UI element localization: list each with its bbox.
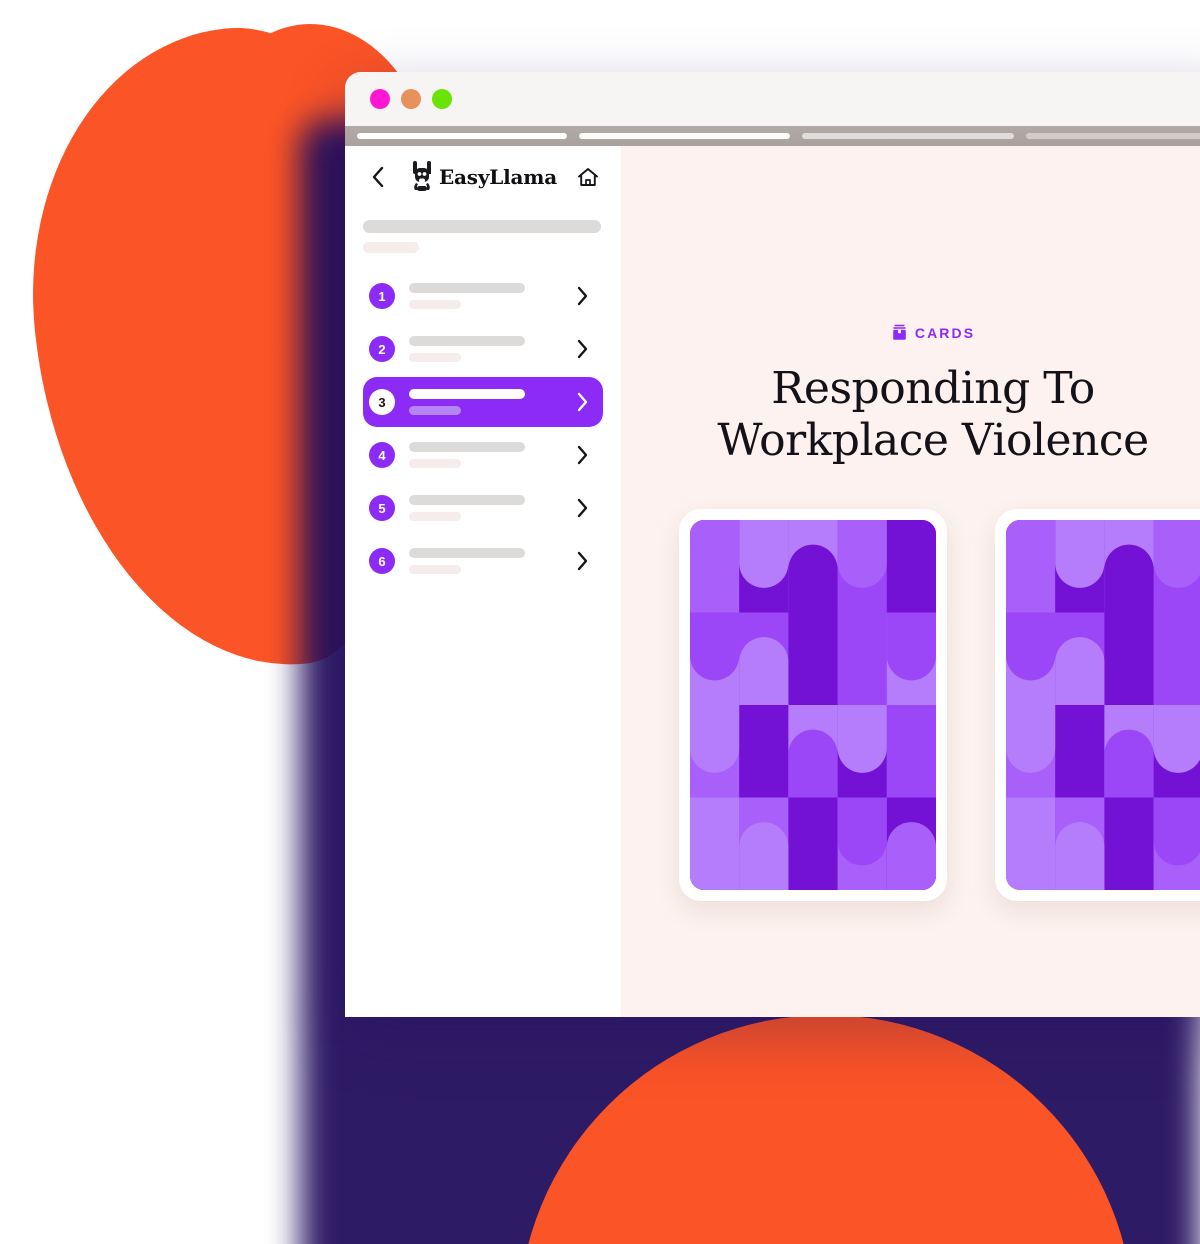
sidebar-item-6[interactable]: 6 bbox=[363, 536, 603, 586]
flashcard-1[interactable] bbox=[679, 508, 947, 901]
tab-placeholder[interactable] bbox=[1025, 133, 1200, 139]
lesson-title-placeholder bbox=[409, 283, 525, 293]
course-sidebar: EasyLlama 1 2 3 4 5 6 bbox=[345, 146, 621, 1017]
sidebar-item-2[interactable]: 2 bbox=[363, 324, 603, 374]
course-subtitle-placeholder bbox=[363, 242, 419, 253]
sidebar-item-5[interactable]: 5 bbox=[363, 483, 603, 533]
chevron-right-icon bbox=[576, 445, 589, 465]
chevron-right-icon bbox=[576, 551, 589, 571]
chevron-right-icon bbox=[576, 339, 589, 359]
lesson-title-placeholder bbox=[409, 389, 525, 399]
lesson-label-skeleton bbox=[409, 283, 562, 309]
tab-placeholder[interactable] bbox=[802, 133, 1014, 139]
course-title-skeleton bbox=[363, 208, 603, 271]
scene: EasyLlama 1 2 3 4 5 6 CARDS Responding T… bbox=[0, 0, 1200, 1244]
tab-placeholder[interactable] bbox=[578, 133, 790, 139]
card-deck bbox=[621, 508, 1200, 901]
lesson-number-badge: 5 bbox=[369, 495, 395, 521]
lesson-meta-placeholder bbox=[409, 565, 461, 574]
lesson-meta-placeholder bbox=[409, 353, 461, 362]
sidebar-header: EasyLlama bbox=[363, 146, 603, 208]
card-deck-icon bbox=[893, 324, 906, 340]
content-type-eyebrow: CARDS bbox=[621, 146, 1200, 341]
lesson-title-placeholder bbox=[409, 548, 525, 558]
chevron-right-icon bbox=[576, 498, 589, 518]
lesson-number-badge: 1 bbox=[369, 283, 395, 309]
lesson-label-skeleton bbox=[409, 495, 562, 521]
minimize-icon[interactable] bbox=[401, 89, 421, 109]
lesson-number-badge: 6 bbox=[369, 548, 395, 574]
eyebrow-label: CARDS bbox=[914, 324, 976, 341]
llama-icon bbox=[412, 161, 431, 191]
tab-placeholder[interactable] bbox=[357, 133, 567, 139]
lesson-label-skeleton bbox=[409, 389, 562, 415]
chevron-right-icon bbox=[576, 392, 589, 412]
brand-name: EasyLlama bbox=[438, 165, 558, 189]
lesson-title-placeholder bbox=[409, 495, 525, 505]
chevron-right-icon bbox=[576, 286, 589, 306]
card-back-pattern bbox=[690, 519, 936, 890]
lesson-number-badge: 3 bbox=[369, 389, 395, 415]
flashcard-2[interactable] bbox=[995, 508, 1200, 901]
browser-window: EasyLlama 1 2 3 4 5 6 CARDS Responding T… bbox=[345, 72, 1200, 1017]
lesson-label-skeleton bbox=[409, 548, 562, 574]
browser-tabstrip bbox=[345, 126, 1200, 146]
lesson-meta-placeholder bbox=[409, 406, 461, 415]
lesson-label-skeleton bbox=[409, 442, 562, 468]
course-title-placeholder bbox=[363, 220, 601, 233]
lesson-number-badge: 2 bbox=[369, 336, 395, 362]
window-titlebar bbox=[345, 72, 1200, 126]
lesson-content: CARDS Responding To Workplace Violence bbox=[621, 146, 1200, 1017]
lesson-meta-placeholder bbox=[409, 300, 461, 309]
brand-logo: EasyLlama bbox=[409, 160, 557, 194]
lesson-meta-placeholder bbox=[409, 512, 461, 521]
sidebar-item-1[interactable]: 1 bbox=[363, 271, 603, 321]
lesson-label-skeleton bbox=[409, 336, 562, 362]
lesson-title-placeholder bbox=[409, 336, 525, 346]
lesson-number-badge: 4 bbox=[369, 442, 395, 468]
maximize-icon[interactable] bbox=[432, 89, 452, 109]
lesson-meta-placeholder bbox=[409, 459, 461, 468]
home-icon[interactable] bbox=[573, 162, 603, 192]
sidebar-item-3[interactable]: 3 bbox=[363, 377, 603, 427]
chevron-left-icon[interactable] bbox=[363, 162, 393, 192]
page-title: Responding To Workplace Violence bbox=[717, 363, 1149, 466]
sidebar-item-4[interactable]: 4 bbox=[363, 430, 603, 480]
lesson-nav-list: 1 2 3 4 5 6 bbox=[363, 271, 603, 586]
card-back-pattern bbox=[1006, 519, 1200, 890]
close-icon[interactable] bbox=[370, 89, 390, 109]
window-body: EasyLlama 1 2 3 4 5 6 CARDS Responding T… bbox=[345, 146, 1200, 1017]
lesson-title-placeholder bbox=[409, 442, 525, 452]
